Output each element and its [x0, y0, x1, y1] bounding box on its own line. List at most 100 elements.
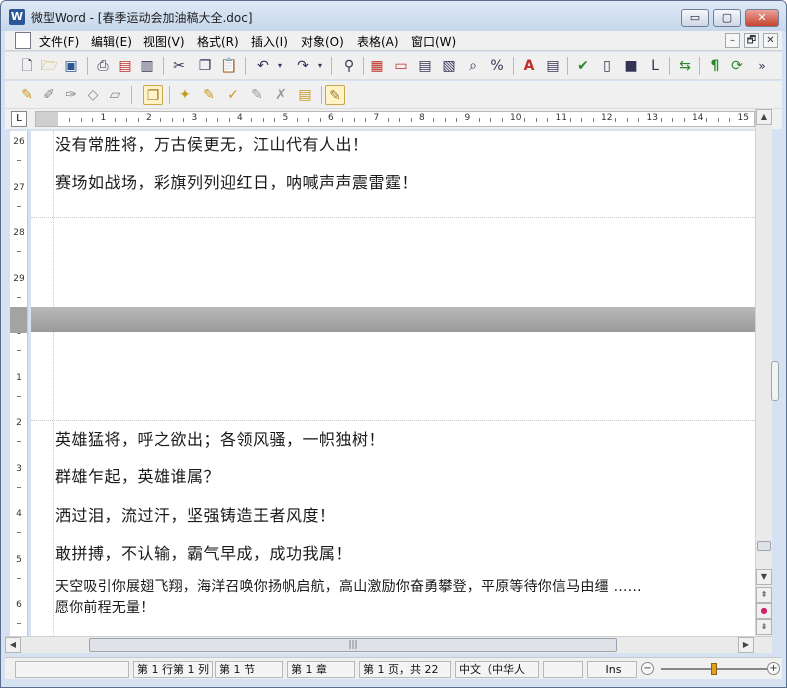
doc-paragraph[interactable]: 没有常胜将，万古侯更无，江山代有人出！ [55, 131, 369, 155]
pen-clear-icon[interactable]: ✗ [271, 85, 291, 105]
cut-icon[interactable]: ✂ [169, 56, 189, 76]
macro-c-icon[interactable]: ▱ [105, 85, 125, 105]
notepad-icon[interactable]: ▤ [295, 85, 315, 105]
menu-edit[interactable]: 编辑(E) [91, 33, 132, 50]
zoom-in-button[interactable]: + [767, 662, 780, 675]
maximize-button[interactable]: ▢ [713, 9, 741, 27]
chart-icon[interactable]: ▯ [597, 56, 617, 76]
document-icon[interactable] [15, 32, 31, 49]
doc-paragraph[interactable]: 天空吸引你展翅飞翔，海洋召唤你扬帆启航，高山激励你奋勇攀登，平原等待你信马由缰 … [55, 576, 642, 596]
zoom-icon[interactable]: ⌕ [463, 56, 483, 76]
zoom-slider-knob[interactable] [711, 663, 717, 675]
browse-object-button[interactable]: ● [756, 603, 772, 619]
undo-dropdown-icon[interactable]: ▾ [275, 56, 285, 76]
redo-icon[interactable]: ↷ [293, 56, 313, 76]
next-page-button[interactable]: ⇟ [756, 619, 772, 635]
doc-paragraph[interactable]: 群雄乍起，英雄谁属？ [55, 463, 220, 487]
doc-close-button[interactable]: ✕ [763, 33, 778, 48]
pen-check-icon[interactable]: ✓ [223, 85, 243, 105]
shape-icon[interactable]: ■ [621, 56, 641, 76]
print-preview-icon[interactable]: ▥ [137, 56, 157, 76]
pen-icon[interactable]: ✎ [199, 85, 219, 105]
save-icon[interactable]: ▣ [61, 56, 81, 76]
close-button[interactable]: ✕ [745, 9, 779, 27]
macro-b-icon[interactable]: ◇ [83, 85, 103, 105]
status-page: 第 1 页，共 22 [359, 661, 451, 678]
vertical-ruler-page-gap [10, 307, 27, 333]
horizontal-ruler[interactable]: 1 2 3 4 5 6 7 8 9 10 11 12 13 14 15 [35, 111, 755, 127]
scroll-left-button[interactable]: ◀ [5, 637, 21, 653]
macro-a-icon[interactable]: ✑ [61, 85, 81, 105]
document-area[interactable]: 没有常胜将，万古侯更无，江山代有人出！ 赛场如战场，彩旗列列迎红日，呐喊声声震雷… [31, 131, 755, 636]
open-folder-icon[interactable]: 🗁 [39, 56, 59, 76]
print-icon[interactable]: ⎙ [93, 56, 113, 76]
ruler-tick [535, 118, 537, 122]
menu-insert[interactable]: 插入(I) [251, 33, 288, 50]
track-icon[interactable]: ⟳ [727, 56, 747, 76]
percent-icon[interactable]: % [487, 56, 507, 76]
vertical-ruler[interactable]: 262728290123456 [10, 131, 28, 636]
scroll-right-button[interactable]: ▶ [738, 637, 754, 653]
macro-icon[interactable]: ✎ [17, 85, 37, 105]
spellcheck-icon[interactable]: ✔ [573, 56, 593, 76]
navigate-icon[interactable]: ⇆ [675, 56, 695, 76]
horizontal-scroll-thumb[interactable]: ||| [89, 638, 617, 652]
doc-paragraph[interactable]: 敢拼搏，不认输，霸气早成，成功我属！ [55, 540, 352, 564]
menu-format[interactable]: 格式(R) [197, 33, 239, 50]
star-pen-icon[interactable]: ✦ [175, 85, 195, 105]
minimize-button[interactable]: ▭ [681, 9, 709, 27]
vertical-ruler-number: 6 [16, 600, 22, 610]
prev-page-button[interactable]: ⇞ [756, 587, 772, 603]
vertical-scrollbar[interactable]: ▲ ▼ ⇞ ● ⇟ [755, 109, 772, 636]
doc-minimize-button[interactable]: – [725, 33, 740, 48]
active-tool-icon[interactable]: ❐ [143, 85, 163, 105]
paragraph-mark-icon[interactable]: ¶ [705, 56, 725, 76]
doc-paragraph[interactable]: 愿你前程无量！ [55, 597, 154, 617]
horizontal-scrollbar[interactable]: ◀ ||| ▶ [5, 636, 772, 653]
pdf-icon[interactable]: ▤ [115, 56, 135, 76]
menu-view[interactable]: 视图(V) [143, 33, 185, 50]
menu-table[interactable]: 表格(A) [357, 33, 399, 50]
doc-paragraph[interactable]: 洒过泪，流过汗，坚强铸造王者风度！ [55, 502, 336, 526]
layout-icon[interactable]: L [645, 56, 665, 76]
split-handle[interactable] [771, 361, 779, 401]
ruler-number: 11 [555, 113, 567, 123]
find-icon[interactable]: ⚲ [339, 56, 359, 76]
ruler-tick [353, 118, 355, 122]
ruler-tick [456, 118, 458, 122]
paste-icon[interactable]: 📋 [219, 56, 239, 76]
vertical-ruler-number: 29 [13, 273, 25, 284]
toolbar-separator [163, 57, 164, 75]
image-icon[interactable]: ▧ [439, 56, 459, 76]
table-insert-icon[interactable]: ▦ [367, 56, 387, 76]
new-doc-icon[interactable]: 🗋 [17, 56, 37, 76]
zoom-out-button[interactable]: − [641, 662, 654, 675]
doc-paragraph[interactable]: 赛场如战场，彩旗列列迎红日，呐喊声声震雷霆！ [55, 169, 418, 193]
frame-icon[interactable]: ▭ [391, 56, 411, 76]
edit-macro-icon[interactable]: ✐ [39, 85, 59, 105]
doc-paragraph[interactable]: 英雄猛将，呼之欲出；各领风骚，一帜独树！ [55, 426, 385, 450]
copy-icon[interactable]: ❐ [195, 56, 215, 76]
undo-icon[interactable]: ↶ [253, 56, 273, 76]
page-top-margin-guide [31, 420, 755, 421]
toolbar-separator [567, 57, 568, 75]
vertical-scroll-thumb[interactable] [757, 541, 771, 551]
toolbar-overflow-icon[interactable]: » [755, 56, 769, 76]
pen-erase-icon[interactable]: ✎ [247, 85, 267, 105]
bordered-icon[interactable]: ▤ [543, 56, 563, 76]
scroll-down-button[interactable]: ▼ [756, 569, 772, 585]
menu-file[interactable]: 文件(F) [39, 33, 79, 50]
redo-dropdown-icon[interactable]: ▾ [315, 56, 325, 76]
menu-object[interactable]: 对象(O) [301, 33, 344, 50]
word-app-icon[interactable]: W [9, 9, 25, 25]
status-insert-mode[interactable]: Ins [587, 661, 637, 678]
ruler-tick [444, 118, 446, 122]
menu-window[interactable]: 窗口(W) [411, 33, 456, 50]
review-icon[interactable]: ✎ [325, 85, 345, 105]
font-color-icon[interactable]: A [519, 56, 539, 76]
tab-stop-selector[interactable]: L [11, 111, 27, 127]
doc-restore-button[interactable]: 🗗 [744, 33, 759, 48]
scroll-up-button[interactable]: ▲ [756, 109, 772, 125]
title-bar[interactable]: W 微型Word - [春季运动会加油稿大全.doc] ▭ ▢ ✕ [1, 1, 786, 31]
columns-icon[interactable]: ▤ [415, 56, 435, 76]
